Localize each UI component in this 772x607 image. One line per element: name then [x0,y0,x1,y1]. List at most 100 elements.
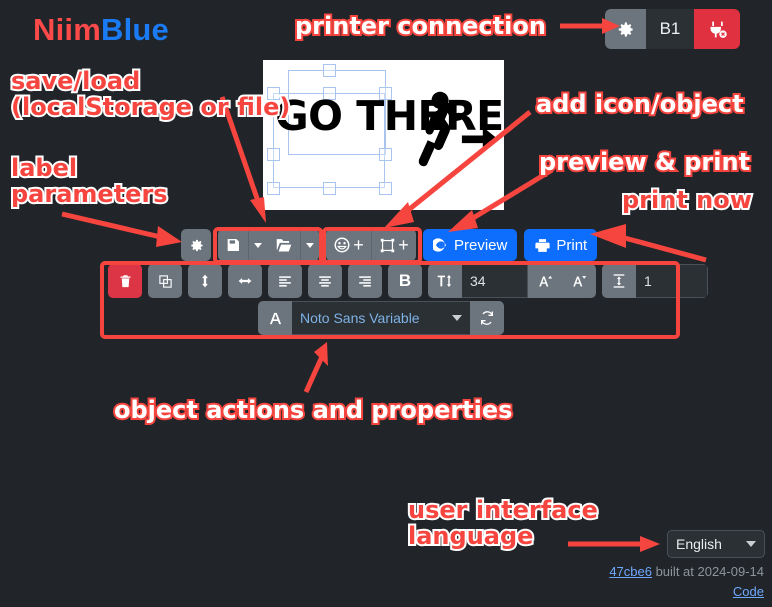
trash-icon [120,274,130,287]
gear-icon [618,21,633,37]
align-center-button[interactable] [308,264,342,298]
copy-icon [158,274,172,288]
annotation-print-now: print now [620,185,754,215]
flip-vertical-button[interactable] [188,264,222,298]
arrow-label-parameters [61,211,182,247]
selection-handle[interactable] [323,182,336,195]
line-height-icon-button [602,264,636,298]
source-code-link[interactable]: Code [733,584,764,599]
build-hash-link[interactable]: 47cbe6 [609,564,652,579]
selection-handle[interactable] [379,148,392,161]
align-left-icon [279,276,291,287]
font-size-input[interactable] [462,264,528,298]
selection-handle[interactable] [267,182,280,195]
plus-icon: + [398,235,409,255]
annotation-object-actions: object actions and properties [112,395,514,425]
flip-horizontal-button[interactable] [228,264,262,298]
annotation-add-icon-object: add icon/object [534,89,746,119]
bold-button[interactable]: B [388,264,422,298]
font-size-group [428,264,596,298]
chevron-down-icon [452,315,462,321]
font-letter-icon [269,312,281,324]
annotation-printer-connection: printer connection [293,11,548,41]
app-root: NiimBlue B1 GO THERE + + Preview Print B… [0,0,772,607]
align-right-icon [359,276,371,287]
font-family-group: Noto Sans Variable [258,301,504,335]
smiley-icon [334,237,350,253]
font-size-icon [437,275,452,287]
flip-vertical-icon [202,274,208,288]
save-button[interactable] [218,229,248,261]
arrow-print-now [590,224,707,263]
font-size-icon-button [428,264,462,298]
build-info: 47cbe6 built at 2024-09-14 [609,564,764,579]
logo-text-niim: Niim [33,12,101,47]
selection-handle[interactable] [267,148,280,161]
annotation-save-load: save/load (localStorage or file) [9,66,292,122]
font-refresh-button[interactable] [470,301,504,335]
font-family-row: Noto Sans Variable [258,301,510,335]
open-dropdown-button[interactable] [300,229,319,261]
add-icon-button[interactable]: + [326,229,371,261]
font-family-icon-button [258,301,292,335]
line-height-input[interactable] [636,264,708,298]
add-object-group: + + [326,229,416,261]
main-toolbar: + + Preview Print [181,229,598,261]
save-load-group [218,229,319,261]
add-object-button[interactable]: + [371,229,416,261]
print-button-label: Print [556,236,588,254]
language-value: English [676,536,722,552]
line-height-group [602,264,708,298]
app-logo: NiimBlue [33,12,169,48]
floppy-disk-icon [227,239,239,251]
align-left-button[interactable] [268,264,302,298]
font-decrease-icon [572,275,586,286]
font-family-select[interactable]: Noto Sans Variable [292,301,470,335]
annotation-preview-print: preview & print [537,147,752,177]
logo-text-blue: Blue [100,12,169,47]
flip-horizontal-icon [238,278,252,284]
open-button[interactable] [267,229,300,261]
object-actions-row: B [108,264,714,298]
caret-down-icon [306,242,314,248]
selection-handle[interactable] [323,64,336,77]
bold-label: B [398,271,412,290]
label-parameters-button[interactable] [181,229,211,261]
save-dropdown-button[interactable] [248,229,267,261]
font-size-increase-button[interactable] [528,264,562,298]
arrow-object-actions [303,342,328,394]
printer-settings-button[interactable] [605,9,646,49]
font-family-value: Noto Sans Variable [300,310,420,326]
label-canvas[interactable]: GO THERE [263,60,504,210]
annotation-ui-language: user interface language [406,495,600,551]
code-link-wrap: Code [733,584,764,599]
print-button[interactable]: Print [524,229,598,261]
font-increase-icon [538,275,552,286]
caret-down-icon [254,242,262,248]
chevron-down-icon [746,541,756,547]
delete-object-button[interactable] [108,264,142,298]
line-height-icon [613,274,625,288]
preview-button[interactable]: Preview [423,229,518,261]
folder-open-icon [276,239,291,252]
refresh-icon [481,311,493,325]
align-center-icon [319,276,331,287]
printer-icon [535,238,550,252]
plug-disconnect-icon [710,21,727,38]
exit-sign-icon[interactable] [403,88,498,183]
language-select[interactable]: English [667,530,765,558]
font-size-decrease-button[interactable] [562,264,596,298]
annotation-label-parameters: label parameters [9,153,170,209]
plus-icon: + [353,235,364,255]
object-properties-panel: B 34 1 Noto Sans Variable [104,264,708,336]
shape-icon [381,238,395,252]
eye-icon [433,238,446,252]
duplicate-object-button[interactable] [148,264,182,298]
gear-icon [190,239,203,251]
selection-handle[interactable] [379,182,392,195]
preview-button-label: Preview [454,236,508,254]
build-date-text: built at 2024-09-14 [651,564,764,579]
printer-connection-group: B1 [605,9,740,49]
printer-disconnect-button[interactable] [694,9,740,49]
align-right-button[interactable] [348,264,382,298]
